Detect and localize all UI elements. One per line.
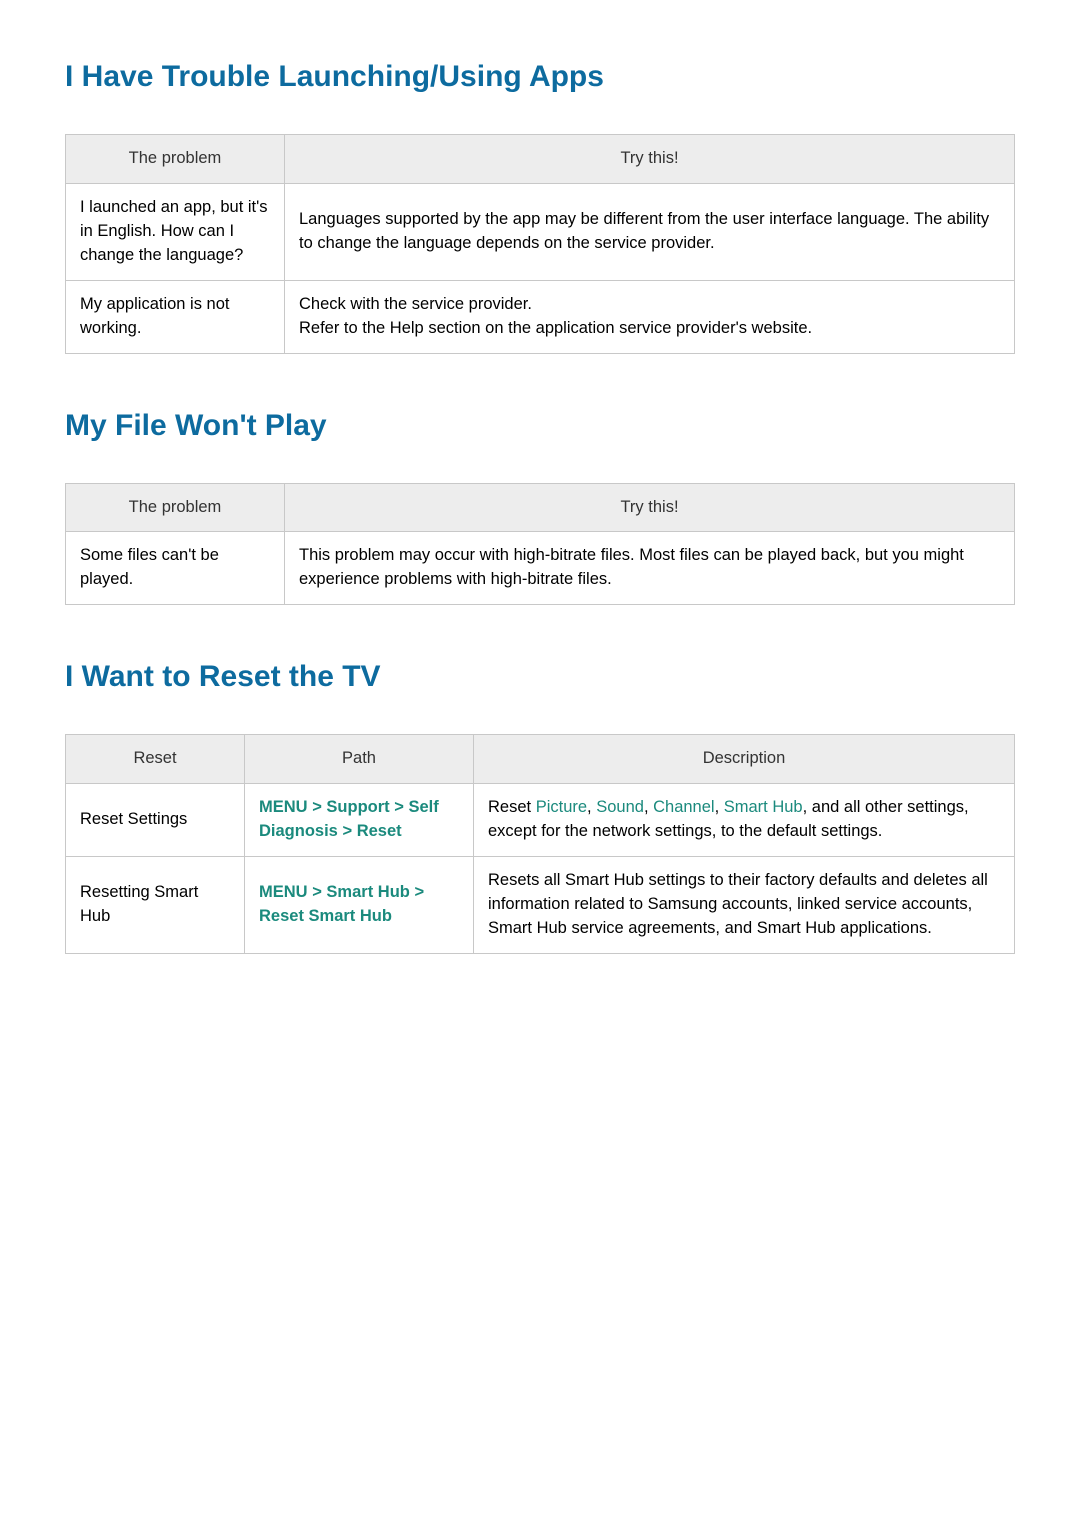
cell-desc: Reset Picture, Sound, Channel, Smart Hub… [474,784,1015,857]
cell-try: This problem may occur with high-bitrate… [285,532,1015,605]
chevron-right-icon: > [394,798,408,816]
term: Picture [536,798,587,816]
table-row: My application is not working. Check wit… [66,280,1015,353]
term: Channel [653,798,714,816]
path-part: MENU [259,883,308,901]
path-part: Smart Hub [326,883,409,901]
col-reset: Reset [66,735,245,784]
cell-problem: I launched an app, but it's in English. … [66,183,285,280]
section-title: I Want to Reset the TV [65,660,1015,694]
section-title: I Have Trouble Launching/Using Apps [65,60,1015,94]
desc-text: Reset [488,798,536,816]
chevron-right-icon: > [414,883,424,901]
col-path: Path [245,735,474,784]
term: Smart Hub [724,798,803,816]
section-reset: I Want to Reset the TV Reset Path Descri… [65,660,1015,954]
path-part: Support [326,798,389,816]
col-try: Try this! [285,135,1015,184]
col-problem: The problem [66,483,285,532]
cell-path: MENU > Support > Self Diagnosis > Reset [245,784,474,857]
cell-reset: Resetting Smart Hub [66,857,245,954]
file-table: The problem Try this! Some files can't b… [65,483,1015,606]
cell-problem: Some files can't be played. [66,532,285,605]
cell-reset: Reset Settings [66,784,245,857]
term: Sound [596,798,644,816]
table-row: Some files can't be played. This problem… [66,532,1015,605]
cell-try: Languages supported by the app may be di… [285,183,1015,280]
path-part: Reset [357,822,402,840]
col-try: Try this! [285,483,1015,532]
apps-table: The problem Try this! I launched an app,… [65,134,1015,354]
table-row: Reset Settings MENU > Support > Self Dia… [66,784,1015,857]
section-apps: I Have Trouble Launching/Using Apps The … [65,60,1015,354]
reset-table: Reset Path Description Reset Settings ME… [65,734,1015,954]
cell-try: Check with the service provider. Refer t… [285,280,1015,353]
col-problem: The problem [66,135,285,184]
table-row: Resetting Smart Hub MENU > Smart Hub > R… [66,857,1015,954]
table-row: I launched an app, but it's in English. … [66,183,1015,280]
section-title: My File Won't Play [65,409,1015,443]
cell-problem: My application is not working. [66,280,285,353]
cell-desc: Resets all Smart Hub settings to their f… [474,857,1015,954]
chevron-right-icon: > [342,822,356,840]
chevron-right-icon: > [312,798,326,816]
chevron-right-icon: > [312,883,326,901]
cell-path: MENU > Smart Hub > Reset Smart Hub [245,857,474,954]
path-part: MENU [259,798,308,816]
path-part: Reset Smart Hub [259,907,392,925]
col-desc: Description [474,735,1015,784]
section-file: My File Won't Play The problem Try this!… [65,409,1015,606]
